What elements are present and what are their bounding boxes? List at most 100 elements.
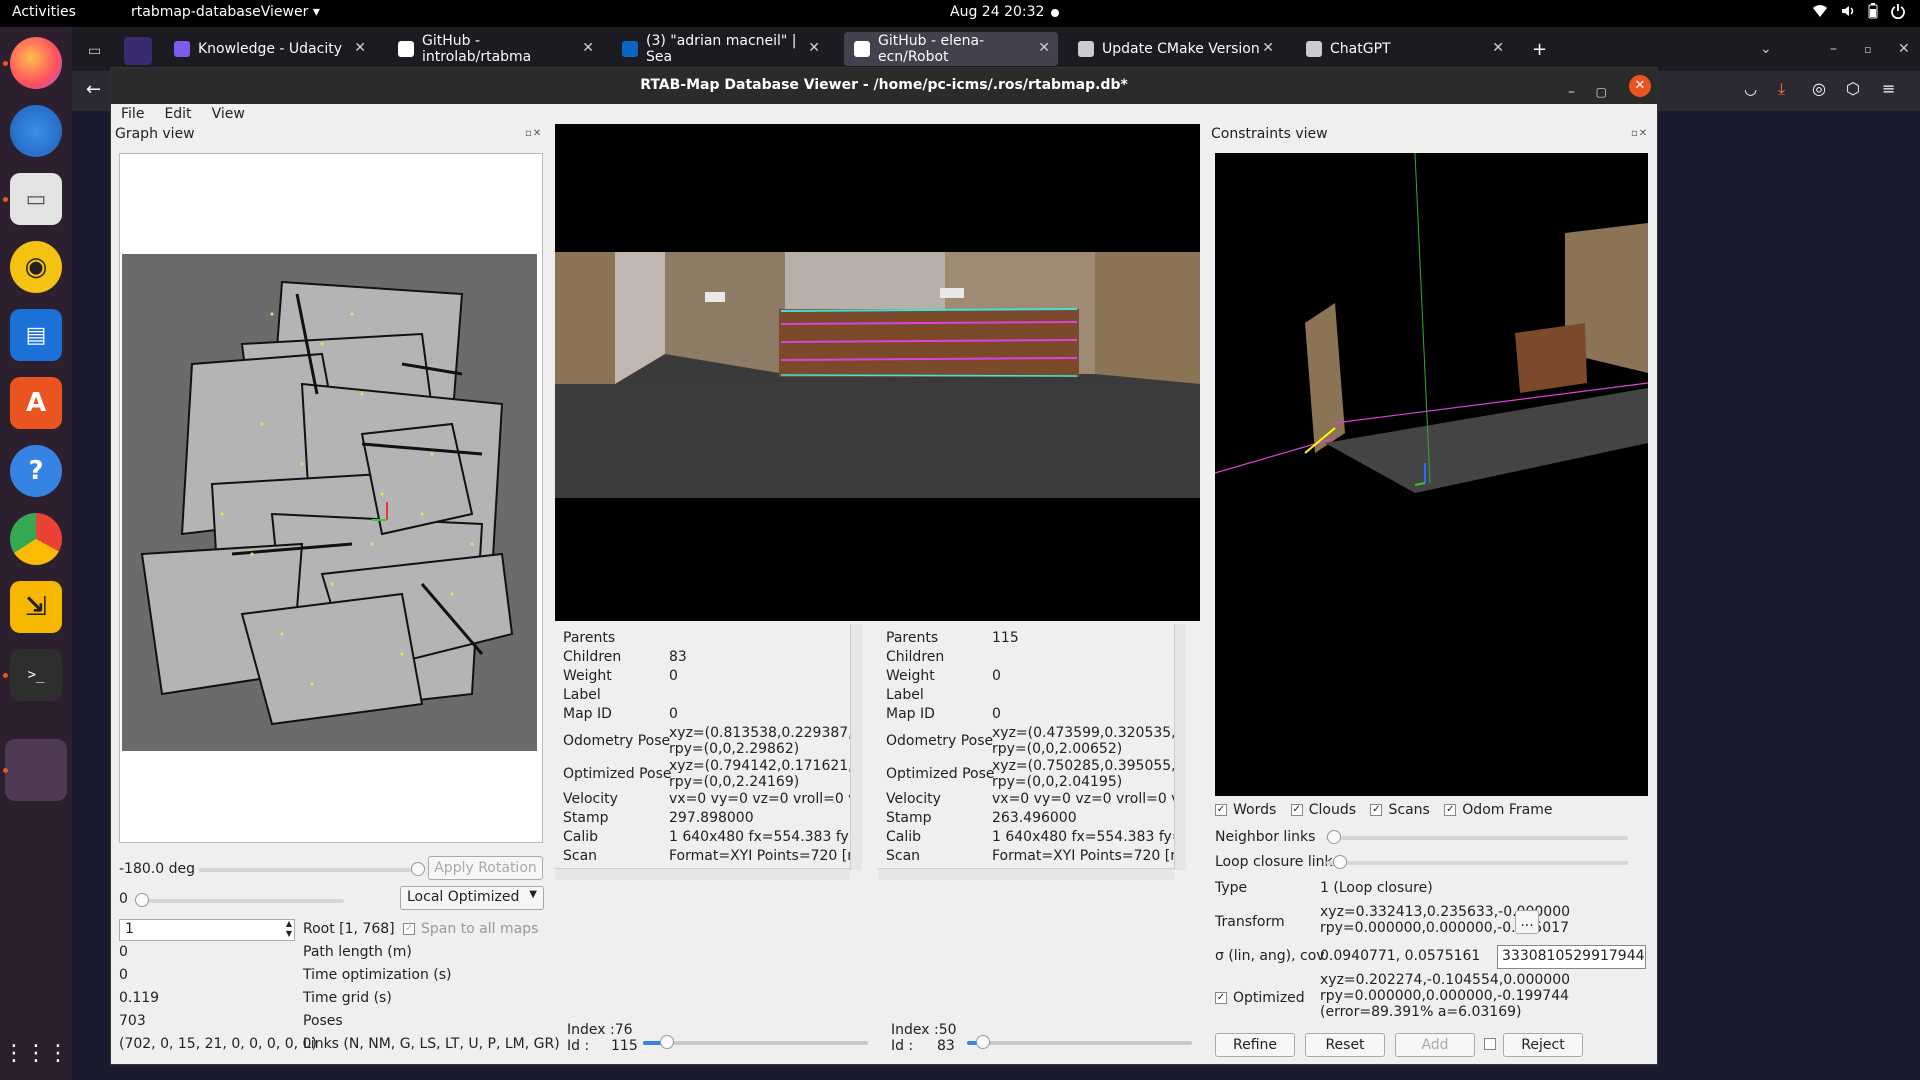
info-row[interactable]: Stamp 297.898000 [555,810,845,829]
left-index-slider-handle[interactable] [660,1035,675,1049]
loop-closure-links-slider[interactable] [1326,861,1628,865]
help-icon[interactable]: ? [10,445,62,497]
back-icon[interactable]: ← [86,79,101,100]
minimize-icon[interactable]: – [1820,32,1847,66]
reset-button[interactable]: Reset [1305,1033,1385,1057]
firefox-icon[interactable] [10,37,62,89]
transform-edit-button[interactable]: ... [1515,910,1539,934]
vertical-scrollbar[interactable] [1174,624,1186,870]
info-row[interactable]: Stamp 263.496000 [878,810,1168,829]
browser-tab[interactable]: (3) "adrian macneil" | Sea ✕ [612,32,828,66]
maximize-icon[interactable]: ▫ [1854,32,1881,66]
neighbor-links-slider[interactable] [1326,836,1628,840]
window-titlebar[interactable]: RTAB-Map Database Viewer - /home/pc-icms… [111,68,1657,104]
browser-tab[interactable]: ChatGPT ✕ [1296,32,1512,66]
info-row[interactable]: Scan Format=XYI Points=720 [ma [555,848,862,867]
info-row[interactable]: Calib 1 640x480 fx=554.383 fy=5 [555,829,862,848]
info-row[interactable]: Calib 1 640x480 fx=554.383 fy=5 [878,829,1186,848]
tab-close-icon[interactable]: ✕ [1038,40,1050,56]
tab-list-icon[interactable]: ⌄ [1750,32,1782,66]
words-checkbox[interactable]: ✓ Words [1215,802,1276,818]
terminal-icon[interactable]: >_ [10,649,62,701]
clock[interactable]: Aug 24 20:32 [950,4,1044,20]
menu-icon[interactable]: ≡ [1882,79,1895,98]
tab-close-icon[interactable]: ✕ [1492,40,1504,56]
downloads-icon[interactable]: ⤓ [1778,79,1785,99]
rhythmbox-icon[interactable]: ◉ [10,241,62,293]
info-row[interactable]: Scan Format=XYI Points=720 [ma [878,848,1186,867]
dock-float-close-icon[interactable]: ▫✕ [1631,128,1648,139]
menu-edit[interactable]: Edit [154,104,201,126]
rtabmap-app-icon[interactable] [5,739,67,801]
graph-view-canvas[interactable] [119,153,543,843]
optimization-mode-select[interactable]: Local Optimized ▼ [400,886,544,910]
extensions-icon[interactable]: ⬡ [1846,79,1860,98]
info-row[interactable]: Label [555,687,845,706]
browser-tab[interactable]: Update CMake Version ✕ [1068,32,1282,66]
chrome-icon[interactable] [10,513,62,565]
scans-checkbox[interactable]: ✓ Scans [1370,802,1430,818]
vertical-scrollbar[interactable] [850,624,862,870]
span-all-maps-checkbox[interactable]: ✓ Span to all maps [403,921,538,937]
extension-icon[interactable] [124,37,152,65]
add-button[interactable]: Add [1395,1033,1475,1057]
info-row[interactable]: Odometry Pose xyz=(0.473599,0.320535,0) rp… [878,725,1186,758]
activities-button[interactable]: Activities [12,4,76,20]
close-icon[interactable]: ✕ [1888,32,1920,66]
odom-frame-checkbox[interactable]: ✓ Odom Frame [1444,802,1552,818]
info-row[interactable]: Optimized Pose xyz=(0.794142,0.171621,0) r… [555,758,862,791]
info-row[interactable]: Parents [555,630,845,649]
info-row[interactable]: Map ID 0 [555,706,845,725]
firefox-view-icon[interactable]: ▭ [78,37,106,65]
constraints-3d-view[interactable] [1215,153,1648,796]
info-row[interactable]: Parents 115 [878,630,1168,649]
node-info-table-left[interactable]: Parents Children 83 Weight 0 Label Map ID 0 Odom… [555,624,862,880]
menu-view[interactable]: View [202,104,255,126]
writer-icon[interactable]: ▤ [10,309,62,361]
camera-image-view[interactable] [555,124,1200,621]
info-row[interactable]: Map ID 0 [878,706,1168,725]
right-index-slider-handle[interactable] [975,1035,990,1049]
screenshot-tool-icon[interactable]: ⇲ [10,581,62,633]
thunderbird-icon[interactable] [10,105,62,157]
browser-tab[interactable]: Knowledge - Udacity ✕ [164,32,374,66]
menu-file[interactable]: File [111,104,154,126]
apply-rotation-button[interactable]: Apply Rotation [428,856,543,880]
reject-button[interactable]: Reject [1503,1033,1583,1057]
horizontal-scrollbar[interactable] [878,868,1174,880]
account-icon[interactable]: ◎ [1812,79,1826,98]
right-index-slider[interactable] [967,1041,1192,1045]
browser-tab-active[interactable]: GitHub - elena-ecn/Robot ✕ [844,32,1058,66]
rotation-slider[interactable] [199,868,419,872]
system-tray[interactable] [1812,3,1906,19]
pocket-icon[interactable]: ◡ [1744,80,1757,98]
info-row[interactable]: Odometry Pose xyz=(0.813538,0.229387,0) rp… [555,725,862,758]
rotation-slider-handle[interactable] [411,862,425,876]
info-row[interactable]: Label [878,687,1168,706]
app-menu[interactable]: rtabmap-databaseViewer ▾ [131,4,320,20]
reject-option-checkbox[interactable] [1484,1038,1496,1050]
optimized-checkbox[interactable]: ✓ Optimized [1215,990,1305,1006]
show-apps-icon[interactable]: ⋮⋮⋮ [3,1027,69,1079]
root-spinbox[interactable]: 1 ▲ ▼ [119,919,295,941]
node-info-table-right[interactable]: Parents 115 Children Weight 0 Label Map ID 0 Odo… [878,624,1186,880]
info-row[interactable]: Children [878,649,1168,668]
spin-arrows-icon[interactable]: ▲ ▼ [286,919,292,939]
info-row[interactable]: Children 83 [555,649,845,668]
neighbor-links-slider-handle[interactable] [1327,830,1341,844]
covariance-field[interactable]: 33308105299179442] [1497,945,1646,969]
new-tab-button[interactable]: + [1522,32,1557,66]
info-row[interactable]: Velocity vx=0 vy=0 vz=0 vroll=0 vpit [878,791,1186,810]
dock-float-close-icon[interactable]: ▫✕ [525,128,542,139]
info-row[interactable]: Velocity vx=0 vy=0 vz=0 vroll=0 vpit [555,791,862,810]
iteration-slider[interactable] [139,899,344,903]
refine-button[interactable]: Refine [1215,1033,1295,1057]
horizontal-scrollbar[interactable] [555,868,850,880]
browser-tab[interactable]: GitHub - introlab/rtabma ✕ [388,32,602,66]
iteration-slider-handle[interactable] [135,893,149,907]
info-row[interactable]: Optimized Pose xyz=(0.750285,0.395055,0) r… [878,758,1186,791]
close-icon[interactable]: ✕ [1629,75,1651,97]
info-row[interactable]: Weight 0 [555,668,845,687]
app-center-icon[interactable]: A [10,377,62,429]
tab-close-icon[interactable]: ✕ [1262,40,1274,56]
